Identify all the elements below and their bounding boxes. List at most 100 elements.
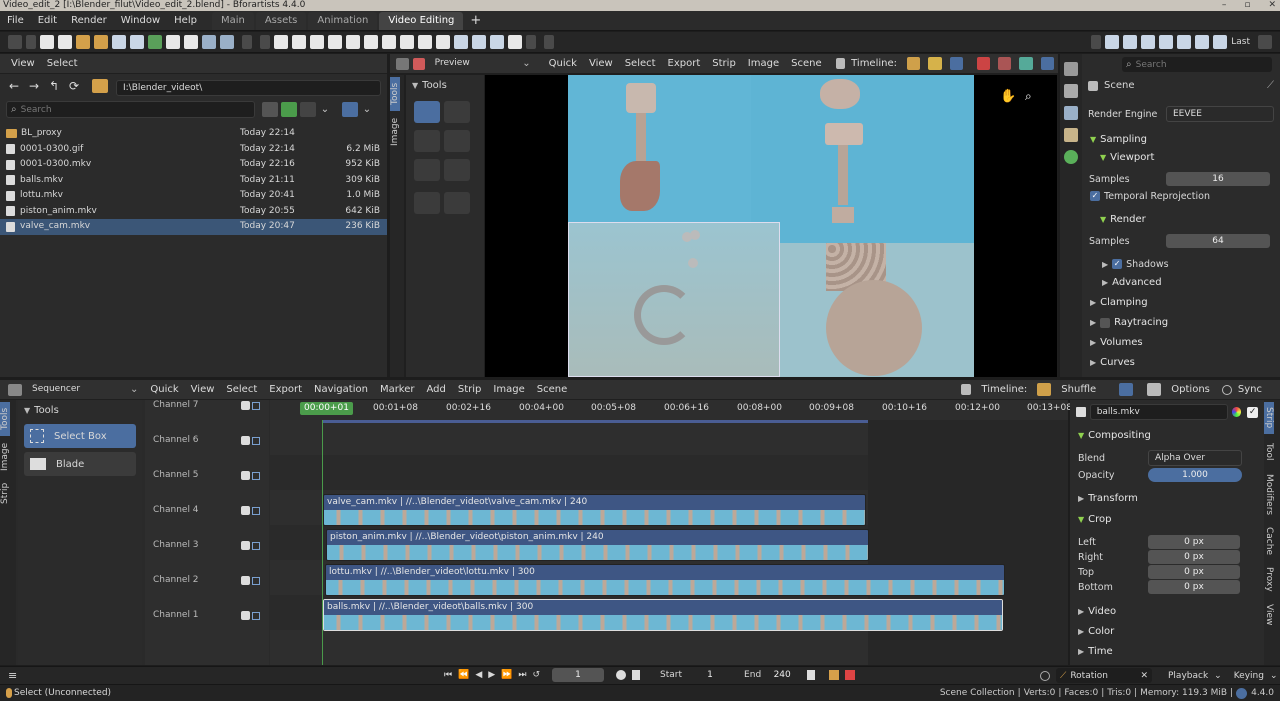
curves-section[interactable]: Curves xyxy=(1100,357,1135,368)
list-item[interactable]: lottu.mkv Today 20:41 1.0 MiB xyxy=(0,188,387,204)
channels-icon[interactable] xyxy=(1037,383,1052,396)
menu-help[interactable]: Help xyxy=(167,11,204,31)
loop-icon[interactable]: ↺ xyxy=(533,670,541,680)
tab-strip[interactable]: Strip xyxy=(0,478,10,508)
chevron-down-icon[interactable]: ⌄ xyxy=(1270,671,1278,681)
properties-search-box[interactable]: ⌕ Search xyxy=(1122,57,1272,72)
options-dropdown[interactable]: Options xyxy=(1165,380,1216,400)
list-item[interactable]: BL_proxy Today 22:14 xyxy=(0,126,387,142)
color-tag-icon[interactable] xyxy=(1231,407,1242,417)
tool-tab-icon[interactable] xyxy=(1064,62,1078,76)
save-as-icon[interactable] xyxy=(130,35,144,49)
back-icon[interactable]: ← xyxy=(6,79,22,93)
forward-icon[interactable]: → xyxy=(26,79,42,93)
menu-marker[interactable]: Marker xyxy=(374,380,421,400)
menu-scene[interactable]: Scene xyxy=(531,380,574,400)
lock-icon[interactable] xyxy=(252,612,260,620)
current-frame-field[interactable]: 1 xyxy=(552,668,605,682)
tab-view[interactable]: View xyxy=(1264,600,1274,630)
menu-file[interactable]: File xyxy=(0,11,31,31)
shadows-section[interactable]: Shadows xyxy=(1126,259,1168,270)
viewport-samples-field[interactable]: 16 xyxy=(1166,172,1270,186)
new-file-icon[interactable] xyxy=(40,35,54,49)
paste-icon[interactable] xyxy=(1195,35,1210,49)
menu-strip[interactable]: Strip xyxy=(706,54,742,74)
curve-icon[interactable] xyxy=(490,35,504,49)
world-tab-icon[interactable] xyxy=(1064,150,1078,164)
lock-icon[interactable] xyxy=(252,542,260,550)
tab-animation[interactable]: Animation xyxy=(308,12,378,30)
blade-tool-button[interactable]: Blade xyxy=(24,452,136,476)
circle-icon[interactable] xyxy=(454,35,468,49)
menu-quick[interactable]: Quick xyxy=(543,54,583,74)
file-search-box[interactable]: ⌕ Search xyxy=(6,101,255,118)
menu-edit[interactable]: Edit xyxy=(31,11,64,31)
torus-icon[interactable] xyxy=(364,35,378,49)
render-animation-icon[interactable] xyxy=(220,35,234,49)
view-layout-icon[interactable] xyxy=(1040,57,1054,70)
undo-history-icon[interactable] xyxy=(1141,35,1156,49)
opacity-field[interactable]: 1.000 xyxy=(1148,468,1242,482)
chevron-down-icon[interactable]: ⌄ xyxy=(319,104,331,115)
volumes-section[interactable]: Volumes xyxy=(1100,337,1142,348)
render-section[interactable]: Render xyxy=(1110,214,1146,225)
channel-mute-checkbox[interactable] xyxy=(241,576,250,585)
list-item[interactable]: valve_cam.mkv Today 20:47 236 KiB xyxy=(0,219,387,235)
menu-scene[interactable]: Scene xyxy=(785,54,828,74)
monkey-icon[interactable] xyxy=(400,35,414,49)
crop-bottom-field[interactable]: 0 px xyxy=(1148,580,1240,594)
chevron-down-icon[interactable] xyxy=(526,35,536,49)
strip-name-field[interactable]: balls.mkv xyxy=(1089,404,1228,420)
armature-icon[interactable] xyxy=(508,35,522,49)
playback-menu[interactable]: Playback xyxy=(1168,671,1208,681)
video-section[interactable]: Video xyxy=(1088,606,1116,617)
chevron-down-icon[interactable]: ⌄ xyxy=(522,58,530,69)
list-view-icon[interactable] xyxy=(262,102,278,117)
empty-icon[interactable] xyxy=(436,35,450,49)
tab-main[interactable]: Main xyxy=(211,12,254,30)
select-box-tool-icon[interactable] xyxy=(414,101,440,123)
sphere-icon[interactable] xyxy=(328,35,342,49)
undo-icon[interactable] xyxy=(1105,35,1120,49)
channels-icon[interactable] xyxy=(907,57,921,70)
movie-strip[interactable]: lottu.mkv | //..\Blender_videot\lottu.mk… xyxy=(325,564,1005,596)
menu-window[interactable]: Window xyxy=(114,11,167,31)
channel-mute-checkbox[interactable] xyxy=(241,541,250,550)
tab-cache[interactable]: Cache xyxy=(1264,524,1274,558)
menu-add[interactable]: Add xyxy=(421,380,452,400)
keyframe-filter-icon[interactable] xyxy=(632,670,641,680)
save-icon[interactable] xyxy=(112,35,126,49)
new-folder-icon[interactable] xyxy=(92,79,108,93)
preview-canvas-area[interactable]: ✋ ⌕ xyxy=(485,75,1057,377)
start-frame-field[interactable]: 1 xyxy=(688,668,732,682)
tab-image[interactable]: Image xyxy=(390,115,400,149)
lock-icon[interactable] xyxy=(252,472,260,480)
pin-icon[interactable]: ⟋ xyxy=(1267,80,1274,91)
menu-view[interactable]: View xyxy=(583,54,619,74)
snap-icon[interactable] xyxy=(1119,383,1134,396)
menu-icon[interactable]: ≡ xyxy=(8,669,17,682)
tab-assets[interactable]: Assets xyxy=(255,12,307,30)
zoom-icon[interactable]: ⌕ xyxy=(1025,89,1032,104)
temporal-checkbox[interactable]: ✓ xyxy=(1090,191,1100,201)
sample-tool-icon[interactable] xyxy=(414,192,440,214)
time-section[interactable]: Time xyxy=(1088,646,1112,657)
render-samples-field[interactable]: 64 xyxy=(1166,234,1270,248)
tab-modifiers[interactable]: Modifiers xyxy=(1264,470,1274,520)
menu-view[interactable]: View xyxy=(5,54,41,74)
channel-mute-checkbox[interactable] xyxy=(241,506,250,515)
lock-icon[interactable] xyxy=(252,402,260,410)
tab-strip[interactable]: Strip xyxy=(1264,402,1274,434)
menu-select[interactable]: Select xyxy=(619,54,662,74)
grid-icon[interactable] xyxy=(418,35,432,49)
gizmo-icon[interactable] xyxy=(949,57,963,70)
blend-dropdown[interactable]: Alpha Over xyxy=(1148,450,1242,466)
redo-icon[interactable] xyxy=(1123,35,1138,49)
clamping-section[interactable]: Clamping xyxy=(1100,297,1147,308)
menu-navigation[interactable]: Navigation xyxy=(308,380,374,400)
channel-mute-checkbox[interactable] xyxy=(241,611,250,620)
export-icon[interactable] xyxy=(166,35,180,49)
jump-end-icon[interactable]: ⏭ xyxy=(518,670,526,680)
menu-image[interactable]: Image xyxy=(487,380,530,400)
chevron-down-icon[interactable] xyxy=(260,35,270,49)
